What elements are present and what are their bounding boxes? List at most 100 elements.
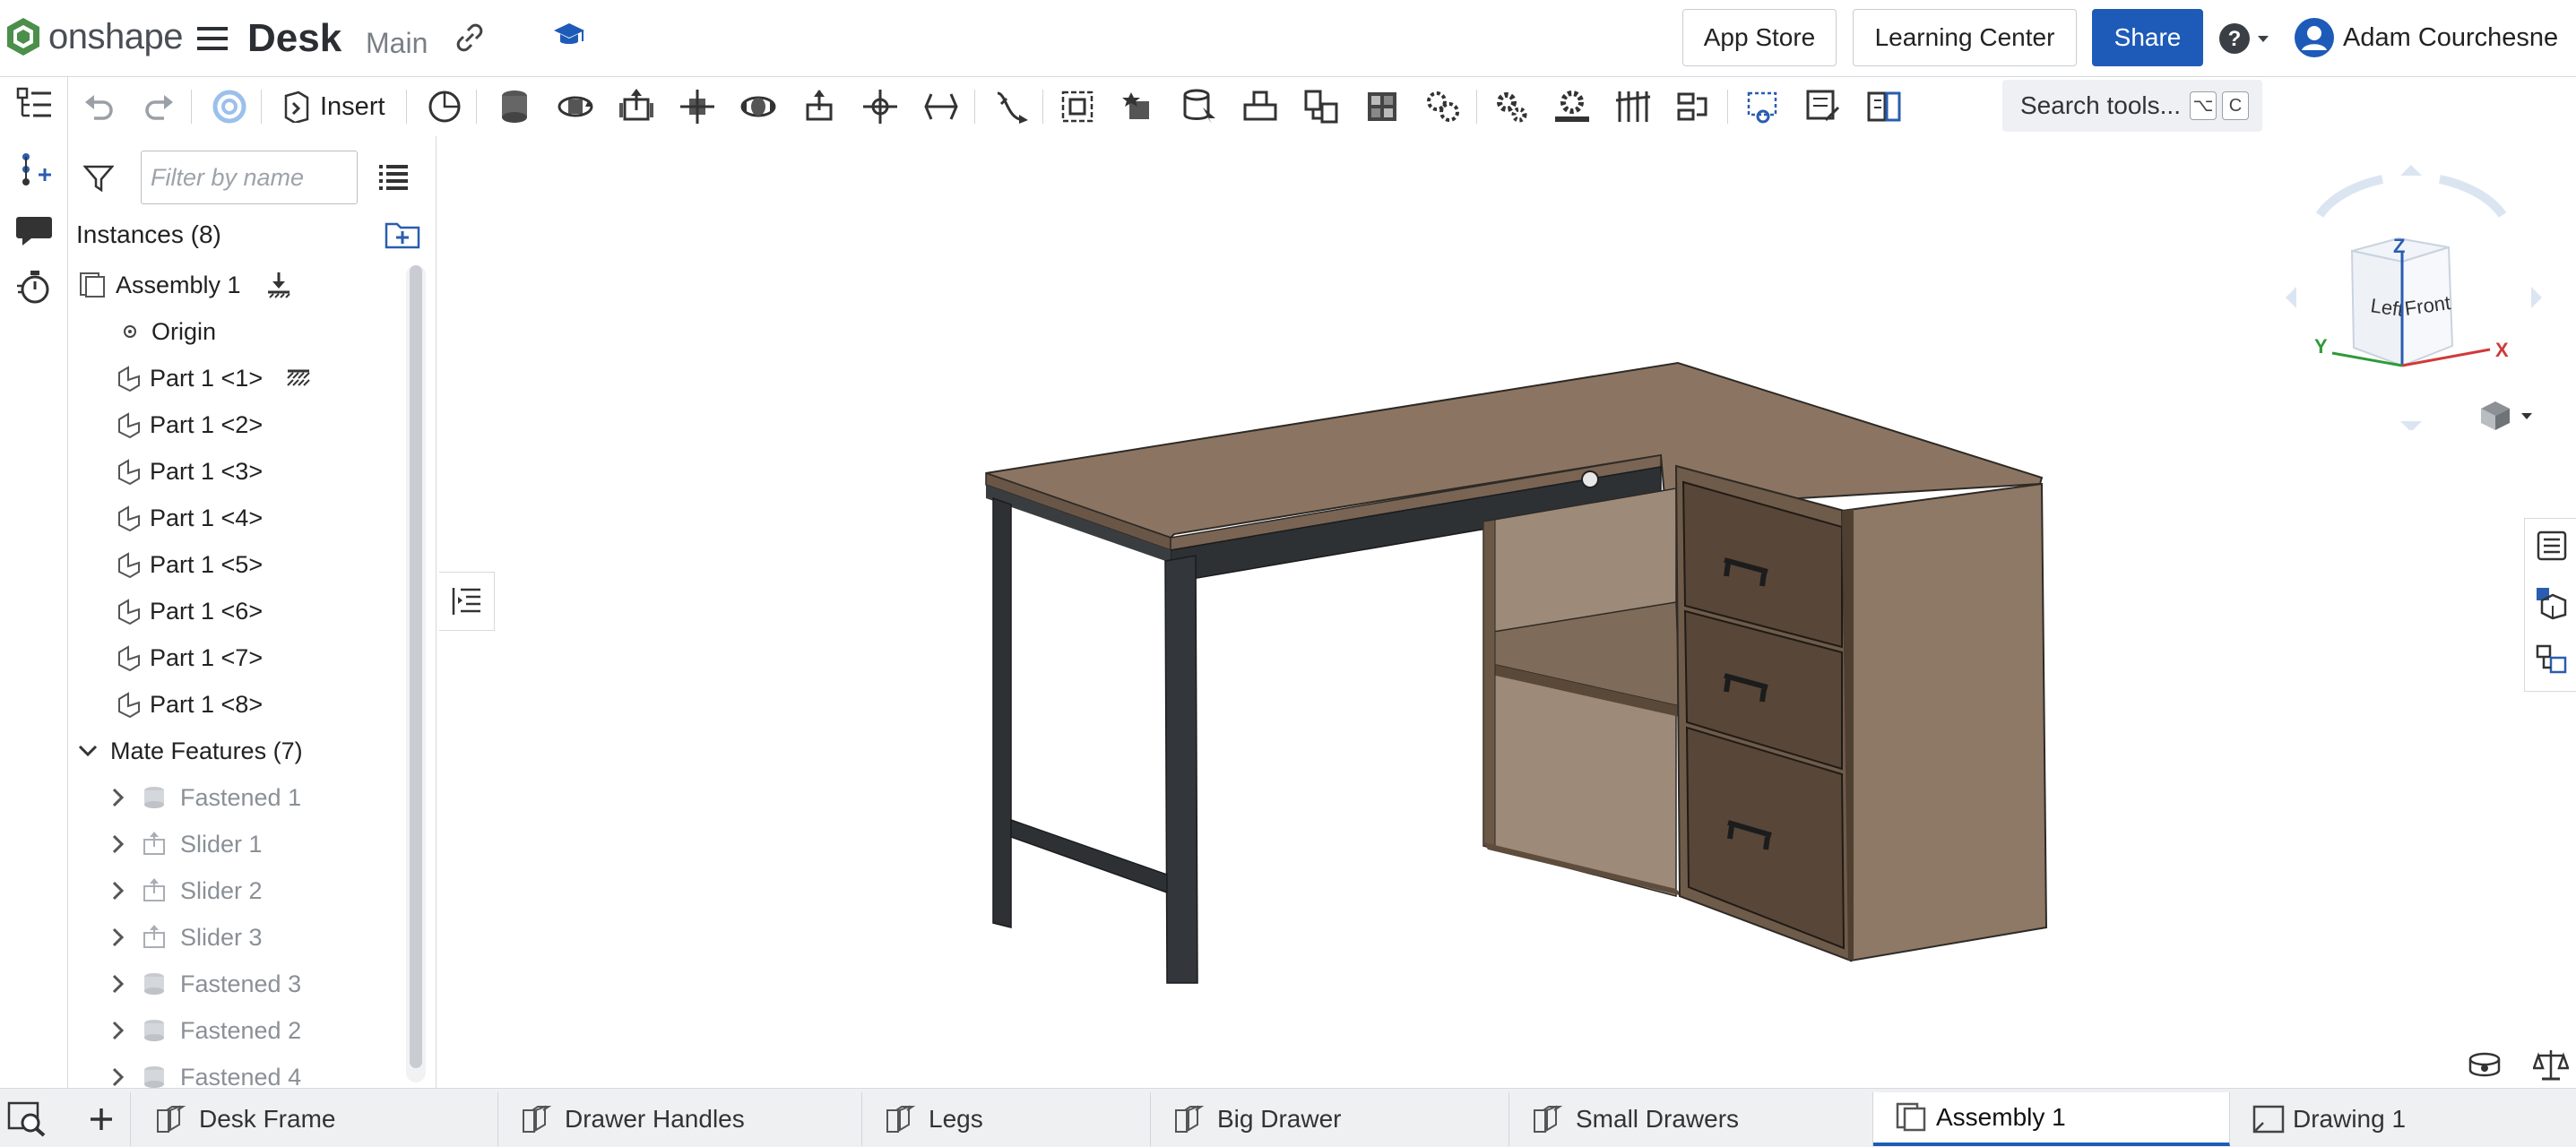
cylindrical-mate-icon[interactable] — [736, 84, 781, 129]
slider-mate-icon[interactable] — [614, 84, 659, 129]
tree-item-mate[interactable]: Fastened 2 — [69, 1007, 402, 1054]
tree-item-mate[interactable]: Slider 1 — [69, 821, 402, 867]
linear-relation-icon[interactable] — [1672, 84, 1716, 129]
insert-button[interactable]: Insert — [282, 84, 385, 129]
bill-of-materials-icon[interactable] — [1862, 84, 1906, 129]
history-timer-icon[interactable] — [13, 265, 56, 308]
chevron-right-icon[interactable] — [108, 972, 128, 996]
tree-item-part[interactable]: Part 1 <7> — [69, 634, 402, 681]
chevron-right-icon[interactable] — [108, 926, 128, 949]
tree-item-part[interactable]: Part 1 <8> — [69, 681, 402, 728]
tree-item-assembly[interactable]: Assembly 1 — [69, 262, 402, 308]
chevron-right-icon[interactable] — [108, 879, 128, 902]
gear-icon[interactable] — [1489, 84, 1534, 129]
screw-relation-icon[interactable] — [1611, 84, 1655, 129]
panel-scrollbar[interactable] — [406, 265, 426, 1082]
comments-icon[interactable] — [13, 208, 56, 251]
tab-big-drawer[interactable]: Big Drawer — [1151, 1092, 1509, 1146]
appearance-panel-icon[interactable] — [2532, 583, 2572, 623]
download-icon[interactable] — [264, 271, 293, 299]
tab-small-drawers[interactable]: Small Drawers — [1509, 1092, 1873, 1146]
panel-scroll-thumb[interactable] — [410, 265, 422, 1068]
undo-icon[interactable] — [76, 84, 121, 129]
tab-legs[interactable]: Legs — [862, 1092, 1151, 1146]
pin-slot-mate-icon[interactable] — [797, 84, 842, 129]
tree-item-part[interactable]: Part 1 <2> — [69, 401, 402, 448]
menu-icon[interactable] — [197, 25, 228, 52]
learning-cap-icon[interactable] — [552, 20, 586, 50]
search-tools-button[interactable]: Search tools... ⌥ C — [2002, 80, 2262, 132]
chevron-down-icon — [2258, 36, 2269, 42]
chevron-right-icon[interactable] — [108, 832, 128, 856]
filter-icon[interactable] — [83, 163, 114, 194]
tree-item-part[interactable]: Part 1 <6> — [69, 588, 402, 634]
tab-drawer-handles[interactable]: Drawer Handles — [498, 1092, 862, 1146]
tree-item-part[interactable]: Part 1 <4> — [69, 495, 402, 541]
fastened-mate-icon[interactable] — [492, 84, 537, 129]
share-button[interactable]: Share — [2092, 9, 2203, 66]
learning-center-button[interactable]: Learning Center — [1853, 9, 2077, 66]
graphics-viewport[interactable] — [439, 136, 2576, 1088]
mate-relation-icon[interactable] — [1299, 84, 1344, 129]
tangent-mate-icon[interactable] — [989, 84, 1033, 129]
gear-relation-icon[interactable] — [1421, 84, 1465, 129]
link-icon[interactable] — [454, 22, 486, 54]
user-menu[interactable]: Adam Courchesne — [2293, 16, 2558, 59]
tree-item-part[interactable]: Part 1 <5> — [69, 541, 402, 588]
mate-connector-pick-icon[interactable] — [1177, 84, 1222, 129]
part-icon — [118, 412, 140, 439]
tab-drawing-1[interactable]: Drawing 1 — [2230, 1092, 2576, 1146]
document-title[interactable]: Desk — [247, 16, 341, 61]
app-store-button[interactable]: App Store — [1682, 9, 1837, 66]
tree-item-mate[interactable]: Fastened 3 — [69, 961, 402, 1007]
panel-toggle-button[interactable] — [439, 572, 495, 631]
tab-desk-frame[interactable]: Desk Frame — [133, 1092, 498, 1146]
tree-item-part[interactable]: Part 1 <1> — [69, 355, 402, 401]
mate-label: Fastened 1 — [180, 783, 302, 811]
tab-assembly-1[interactable]: Assembly 1 — [1873, 1092, 2230, 1146]
ball-mate-icon[interactable] — [858, 84, 903, 129]
mass-properties-icon[interactable] — [2533, 1047, 2569, 1082]
document-branch[interactable]: Main — [366, 27, 428, 60]
brand[interactable]: onshape — [5, 16, 183, 57]
view-options-menu[interactable] — [2477, 398, 2535, 434]
group-icon[interactable] — [1055, 84, 1100, 129]
measure-icon[interactable] — [1740, 84, 1785, 129]
tree-item-origin[interactable]: Origin — [69, 308, 402, 355]
filter-input[interactable] — [141, 151, 358, 204]
regenerate-icon[interactable] — [207, 84, 252, 129]
exploded-view-icon[interactable] — [1360, 84, 1405, 129]
view-cube[interactable]: Left Front Z X Y — [2277, 161, 2546, 430]
add-tab-button[interactable] — [72, 1092, 131, 1146]
insert-mate-connector-icon[interactable] — [13, 147, 56, 190]
new-folder-icon[interactable] — [385, 219, 420, 249]
tree-item-mate[interactable]: Fastened 1 — [69, 774, 402, 821]
section-view-icon[interactable] — [1801, 84, 1846, 129]
feature-list-icon[interactable] — [13, 82, 56, 125]
tree-item-mate[interactable]: Fastened 4 — [69, 1054, 402, 1088]
tab-manager-icon[interactable] — [7, 1101, 47, 1137]
tab-label: Drawer Handles — [565, 1105, 745, 1133]
tree-item-mate[interactable]: Slider 3 — [69, 914, 402, 961]
planar-mate-icon[interactable] — [675, 84, 720, 129]
chevron-right-icon[interactable] — [108, 1065, 128, 1088]
tree-group-mate-features[interactable]: Mate Features (7) — [69, 728, 402, 774]
bom-panel-icon[interactable] — [2532, 641, 2572, 680]
named-views-icon[interactable] — [2467, 1048, 2503, 1081]
properties-panel-icon[interactable] — [2532, 526, 2572, 565]
rack-pinion-icon[interactable] — [1550, 84, 1595, 129]
redo-icon[interactable] — [137, 84, 182, 129]
chevron-right-icon[interactable] — [108, 1019, 128, 1042]
help-menu[interactable]: ? — [2217, 22, 2271, 56]
linear-pattern-icon[interactable] — [1238, 84, 1283, 129]
revolute-mate-icon[interactable] — [553, 84, 598, 129]
chevron-right-icon[interactable] — [108, 786, 128, 809]
list-view-icon[interactable] — [379, 163, 408, 190]
replicate-icon[interactable] — [1116, 84, 1161, 129]
tree-item-mate[interactable]: Slider 2 — [69, 867, 402, 914]
parallel-mate-icon[interactable] — [919, 84, 964, 129]
mate-connector-icon[interactable] — [422, 84, 467, 129]
tree-item-part[interactable]: Part 1 <3> — [69, 448, 402, 495]
desk-model[interactable] — [439, 136, 2576, 1088]
part-icon — [118, 459, 140, 486]
